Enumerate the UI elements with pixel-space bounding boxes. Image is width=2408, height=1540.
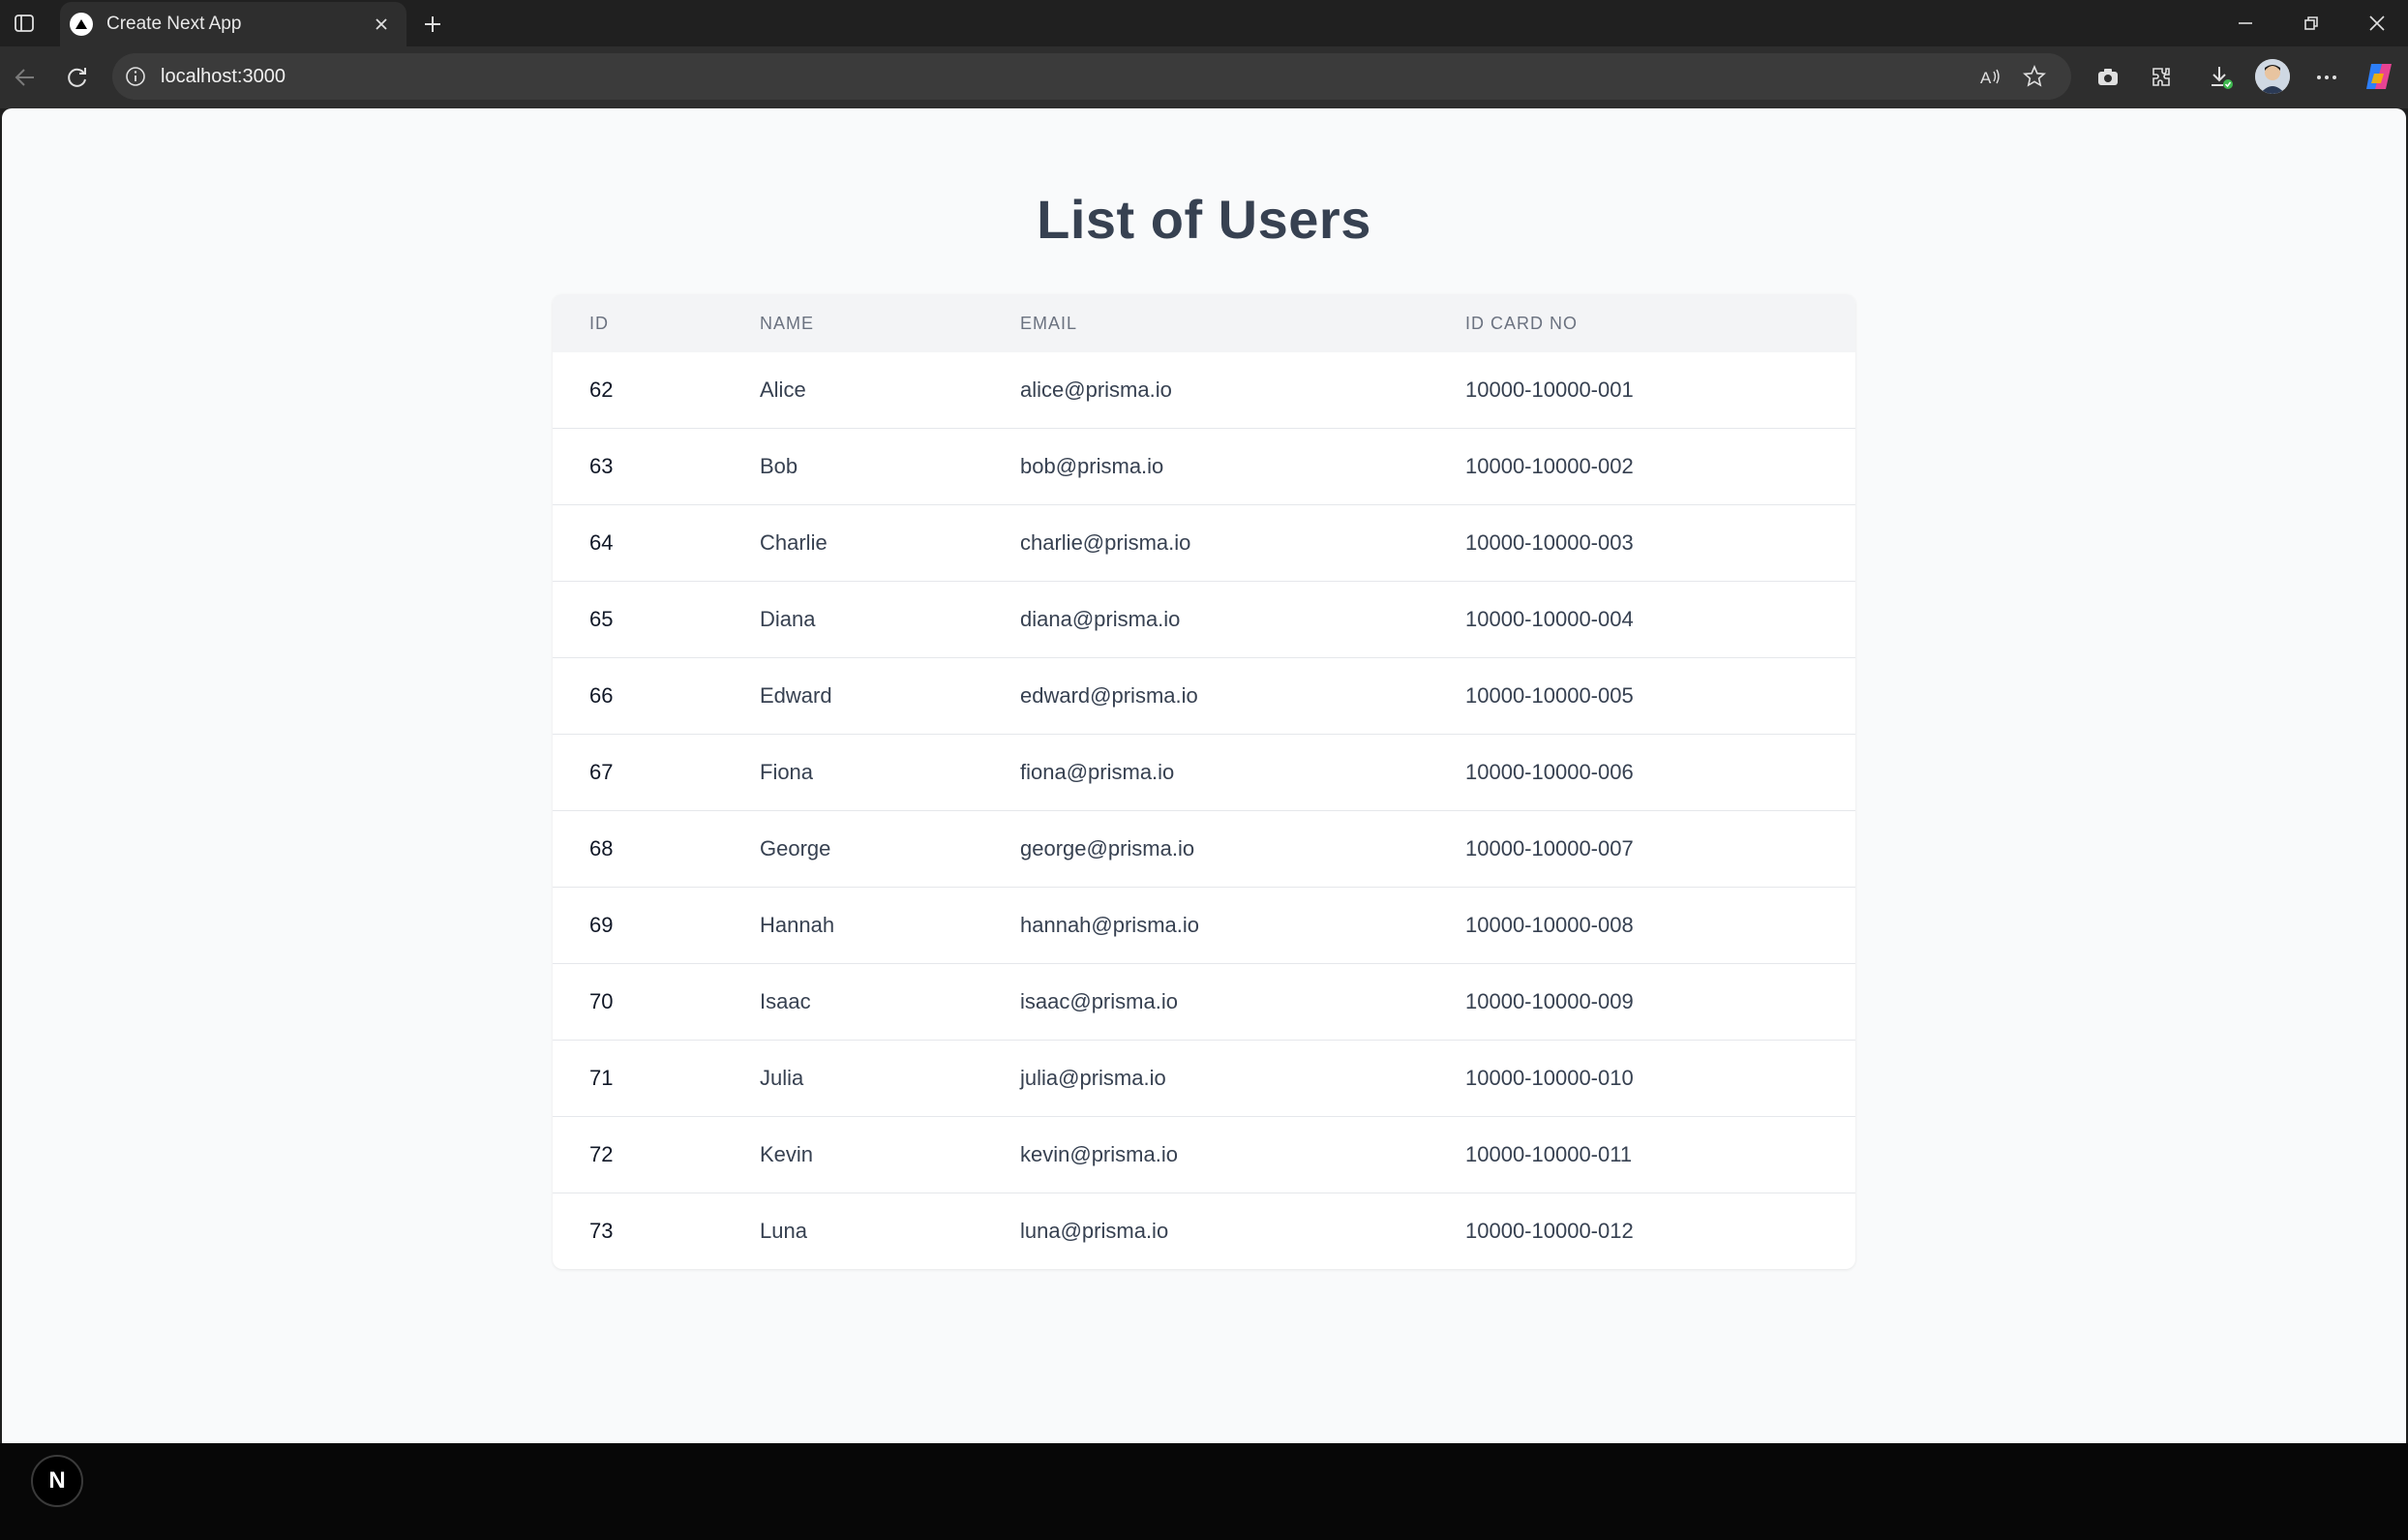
browser-titlebar: Create Next App [0,0,2408,46]
cell-email: george@prisma.io [1020,836,1195,861]
table-row: 73 Luna luna@prisma.io 10000-10000-012 [553,1193,1855,1269]
back-arrow-icon[interactable] [8,60,43,95]
svg-text:A: A [1980,69,1992,87]
read-aloud-icon[interactable]: A [1974,61,2005,92]
cell-email: hannah@prisma.io [1020,913,1199,937]
cell-id: 68 [589,836,614,861]
table-row: 71 Julia julia@prisma.io 10000-10000-010 [553,1040,1855,1116]
cell-email: bob@prisma.io [1020,454,1164,478]
cell-id-card: 10000-10000-007 [1465,836,1634,861]
tab-actions-icon[interactable] [10,10,39,37]
downloads-icon[interactable] [2204,60,2239,95]
nextjs-dev-indicator[interactable]: N [31,1455,83,1507]
cell-id: 73 [589,1219,614,1243]
cell-name: Diana [760,607,816,631]
cell-id: 62 [589,377,614,402]
cell-id-card: 10000-10000-006 [1465,760,1634,784]
cell-email: diana@prisma.io [1020,607,1181,631]
column-header-id-card: ID CARD NO [1465,314,1579,333]
cell-id-card: 10000-10000-012 [1465,1219,1634,1243]
refresh-icon[interactable] [60,60,95,95]
table-row: 72 Kevin kevin@prisma.io 10000-10000-011 [553,1116,1855,1193]
info-icon[interactable] [124,65,147,88]
cell-id: 65 [589,607,614,631]
cell-name: Bob [760,454,798,478]
cell-name: Edward [760,683,832,708]
cell-id: 71 [589,1066,614,1090]
cell-id-card: 10000-10000-009 [1465,989,1634,1013]
browser-tab-active[interactable]: Create Next App [60,2,406,46]
dev-indicator-label: N [48,1467,66,1494]
cell-email: kevin@prisma.io [1020,1142,1178,1166]
column-header-email: EMAIL [1020,314,1078,333]
cell-id: 67 [589,760,614,784]
minimize-icon[interactable] [2216,6,2274,41]
avatar[interactable] [2255,59,2290,94]
page-title: List of Users [1037,189,1371,250]
table-header: ID NAME EMAIL ID CARD NO [553,294,1855,352]
screenshot-icon[interactable] [2091,60,2125,95]
extensions-icon[interactable] [2144,60,2179,95]
table-row: 67 Fiona fiona@prisma.io 10000-10000-006 [553,734,1855,810]
column-header-id: ID [589,314,609,333]
cell-name: Isaac [760,989,811,1013]
table-row: 66 Edward edward@prisma.io 10000-10000-005 [553,657,1855,734]
copilot-icon[interactable] [2363,60,2395,93]
page-viewport: List of Users ID NAME EMAIL ID CARD NO 6… [2,108,2406,1443]
address-bar[interactable]: localhost:3000 A [112,53,2071,100]
cell-name: Julia [760,1066,804,1090]
more-icon[interactable] [2309,60,2344,95]
cell-id-card: 10000-10000-001 [1465,377,1634,402]
plus-icon[interactable] [418,10,447,39]
cell-name: Fiona [760,760,814,784]
cell-id-card: 10000-10000-004 [1465,607,1634,631]
cell-name: Charlie [760,530,828,555]
cell-id-card: 10000-10000-002 [1465,454,1634,478]
cell-id-card: 10000-10000-008 [1465,913,1634,937]
table-row: 70 Isaac isaac@prisma.io 10000-10000-009 [553,963,1855,1040]
bottom-bar [0,1443,2408,1540]
cell-email: isaac@prisma.io [1020,989,1178,1013]
cell-id-card: 10000-10000-003 [1465,530,1634,555]
table-row: 62 Alice alice@prisma.io 10000-10000-001 [553,352,1855,428]
users-table: ID NAME EMAIL ID CARD NO 62 Alice alice@pr… [553,294,1855,1269]
cell-name: Luna [760,1219,807,1243]
cell-id: 64 [589,530,614,555]
close-icon[interactable] [370,13,393,36]
cell-email: charlie@prisma.io [1020,530,1191,555]
table-row: 63 Bob bob@prisma.io 10000-10000-002 [553,428,1855,504]
table-row: 64 Charlie charlie@prisma.io 10000-10000-00… [553,504,1855,581]
cell-id: 63 [589,454,614,478]
cell-id-card: 10000-10000-010 [1465,1066,1634,1090]
cell-id-card: 10000-10000-011 [1465,1142,1633,1166]
cell-id: 72 [589,1142,614,1166]
browser-toolbar: localhost:3000 A [0,46,2408,108]
cell-id: 70 [589,989,614,1013]
favorite-star-icon[interactable] [2019,61,2050,92]
cell-email: edward@prisma.io [1020,683,1198,708]
cell-id-card: 10000-10000-005 [1465,683,1634,708]
tab-title: Create Next App [106,14,242,34]
cell-name: Hannah [760,913,835,937]
cell-name: Alice [760,377,806,402]
table-body: 62 Alice alice@prisma.io 10000-10000-001 63 B… [553,352,1855,1269]
table-row: 69 Hannah hannah@prisma.io 10000-10000-008 [553,887,1855,963]
cell-id: 66 [589,683,614,708]
table-row: 68 George george@prisma.io 10000-10000-007 [553,810,1855,887]
restore-icon[interactable] [2282,6,2340,41]
cell-name: Kevin [760,1142,814,1166]
cell-name: George [760,836,831,861]
url-text[interactable]: localhost:3000 [161,66,286,88]
cell-email: julia@prisma.io [1020,1066,1166,1090]
column-header-name: NAME [760,314,815,333]
cell-email: alice@prisma.io [1020,377,1172,402]
cell-email: fiona@prisma.io [1020,760,1175,784]
cell-email: luna@prisma.io [1020,1219,1169,1243]
window-close-icon[interactable] [2348,6,2406,41]
table-row: 65 Diana diana@prisma.io 10000-10000-004 [553,581,1855,657]
nextjs-favicon-icon [70,13,93,36]
cell-id: 69 [589,913,614,937]
